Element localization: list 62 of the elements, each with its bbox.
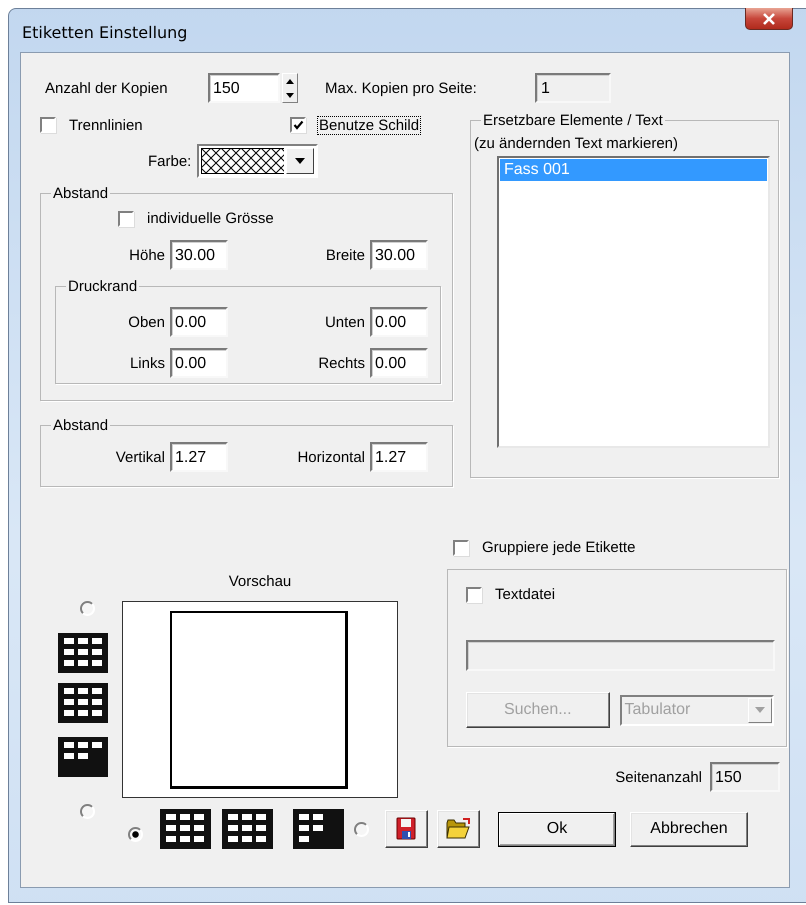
copies-field[interactable]: 150 [208,73,280,103]
label-grid-icon [58,683,108,723]
save-button[interactable] [385,810,428,848]
folder-icon [446,817,472,841]
group-title: Abstand [52,185,110,202]
hint-text: (zu ändernden Text markieren) [474,135,679,152]
checkbox-label[interactable]: Trennlinien [68,116,144,134]
cancel-button[interactable]: Abbrechen [630,812,748,846]
crosshatch-swatch-icon [201,148,284,174]
number-field[interactable]: 0.00 [370,307,428,337]
field-label: Rechts [317,354,365,372]
group-title: Ersetzbare Elemente / Text [482,112,664,129]
color-label: Farbe: [148,152,192,170]
max-copies-field[interactable]: 1 [535,73,611,103]
ok-button[interactable]: Ok [498,812,616,846]
close-button[interactable] [745,8,793,30]
group-title: Abstand [52,417,110,434]
checkbox-label[interactable]: Benutze Schild [318,116,420,134]
radio-button[interactable] [354,822,369,836]
checkbox[interactable] [466,586,482,602]
window-title: Etiketten Einstellung [22,23,188,42]
checkbox-label[interactable]: Textdatei [494,586,556,603]
radio-button[interactable] [80,601,95,616]
field-label: Vertikal [114,448,165,466]
label-grid-icon [58,633,108,673]
group-title: Druckrand [67,278,138,295]
checkbox-label[interactable]: Gruppiere jede Etikette [481,539,636,556]
page-count-label: Seitenanzahl [615,768,702,786]
number-field[interactable]: 0.00 [170,348,228,378]
radio-button[interactable] [80,804,95,819]
partial-grid-icon [293,809,344,849]
checkbox[interactable] [118,210,134,226]
number-field[interactable]: 30.00 [170,240,228,270]
number-field[interactable]: 1.27 [370,442,428,472]
number-field[interactable]: 30.00 [370,240,428,270]
max-copies-label: Max. Kopien pro Seite: [325,80,478,96]
preview-title: Vorschau [228,573,292,590]
checkbox-label[interactable]: individuelle Grösse [146,210,275,227]
open-button[interactable] [437,810,480,848]
radio-button[interactable] [128,826,143,842]
label-grid-icon [222,809,273,849]
field-label: Oben [127,314,165,330]
number-field[interactable]: 0.00 [370,348,428,378]
caret-icon [755,707,765,713]
checkbox[interactable] [290,117,306,133]
number-field[interactable]: 1.27 [170,442,228,472]
field-label: Horizontal [296,448,365,466]
caret-icon [295,158,306,164]
spin-buttons[interactable] [282,73,298,103]
field-label: Breite [324,246,365,264]
label-grid-icon [160,809,211,849]
number-field[interactable]: 0.00 [170,307,228,337]
copies-label: Anzahl der Kopien [45,80,169,96]
partial-grid-icon [58,737,108,777]
field-label: Höhe [128,246,165,264]
page-count-field[interactable]: 150 [710,762,780,792]
pattern-dropdown[interactable] [197,144,318,178]
checkbox[interactable] [453,540,469,556]
field-label: Unten [324,314,365,330]
checkbox[interactable] [40,117,56,133]
close-icon [762,12,776,24]
field-label: Links [128,354,165,372]
